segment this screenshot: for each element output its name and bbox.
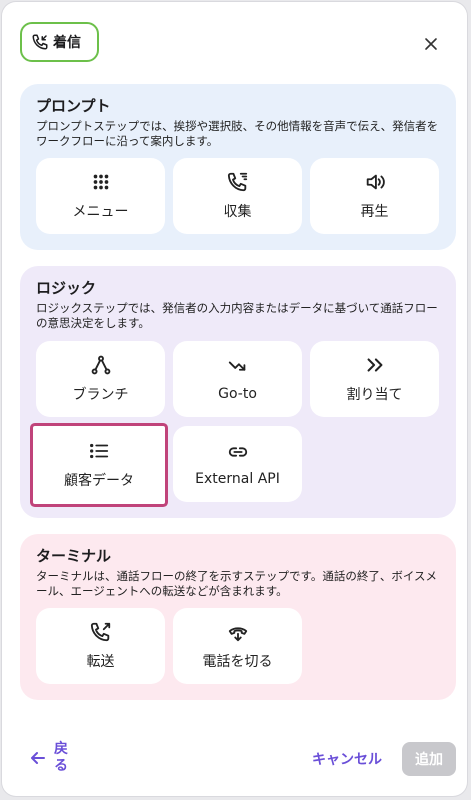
step-card-play[interactable]: 再生 bbox=[310, 158, 439, 234]
step-card-transfer[interactable]: 転送 bbox=[36, 608, 165, 684]
hang-up-icon bbox=[228, 627, 247, 642]
section-description: プロンプトステップでは、挨拶や選択肢、その他情報を音声で伝え、発信者をワークフロ… bbox=[36, 119, 439, 148]
card-label: 転送 bbox=[86, 654, 115, 670]
list-icon bbox=[90, 443, 109, 459]
card-label: 再生 bbox=[360, 204, 389, 220]
close-button[interactable] bbox=[420, 33, 442, 55]
section-title: ターミナル bbox=[36, 547, 112, 565]
prompt-section: プロンプト プロンプトステップでは、挨拶や選択肢、その他情報を音声で伝え、発信者… bbox=[20, 84, 456, 250]
incoming-call-icon bbox=[32, 34, 48, 50]
step-card-hang-up[interactable]: 電話を切る bbox=[173, 608, 302, 684]
collect-call-icon bbox=[227, 172, 247, 192]
add-button[interactable]: 追加 bbox=[402, 742, 456, 776]
goto-icon bbox=[228, 361, 245, 371]
tag-label: 着信 bbox=[53, 35, 81, 51]
section-title: ロジック bbox=[36, 279, 97, 297]
incoming-call-tag: 着信 bbox=[20, 22, 99, 62]
step-card-customer-data[interactable]: 顧客データ bbox=[33, 426, 165, 504]
step-card-menu[interactable]: メニュー bbox=[36, 158, 165, 234]
card-label: External API bbox=[195, 471, 280, 487]
card-label: 収集 bbox=[223, 204, 252, 220]
section-title: プロンプト bbox=[36, 97, 111, 115]
back-label: 戻る bbox=[54, 741, 68, 774]
assign-icon bbox=[367, 358, 382, 372]
card-label: 割り当て bbox=[346, 387, 403, 403]
step-card-collect[interactable]: 収集 bbox=[173, 158, 302, 234]
terminal-section: ターミナル ターミナルは、通話フローの終了を示すステップです。通話の終了、ボイス… bbox=[20, 534, 456, 700]
logic-section: ロジック ロジックステップでは、発信者の入力内容またはデータに基づいて通話フロー… bbox=[20, 266, 456, 518]
back-button[interactable]: 戻る bbox=[30, 741, 72, 775]
card-label: 顧客データ bbox=[64, 473, 134, 489]
card-label: メニュー bbox=[72, 204, 129, 220]
card-label: Go-to bbox=[218, 386, 257, 402]
step-card-assign[interactable]: 割り当て bbox=[310, 341, 439, 417]
arrow-left-icon bbox=[31, 752, 45, 764]
close-icon bbox=[425, 38, 437, 50]
link-icon bbox=[228, 447, 247, 457]
step-card-goto[interactable]: Go-to bbox=[173, 341, 302, 417]
transfer-call-icon bbox=[90, 622, 110, 642]
step-card-external-api[interactable]: External API bbox=[173, 426, 302, 502]
branch-icon bbox=[91, 355, 110, 375]
card-label: ブランチ bbox=[72, 387, 129, 403]
add-step-dialog: 着信 プロンプト プロンプトステップでは、挨拶や選択肢、その他情報を音声で伝え、… bbox=[2, 2, 467, 796]
section-description: ターミナルは、通話フローの終了を示すステップです。通話の終了、ボイスメール、エー… bbox=[36, 569, 438, 598]
menu-grid-icon bbox=[93, 174, 108, 190]
card-label: 電話を切る bbox=[202, 654, 273, 670]
section-description: ロジックステップでは、発信者の入力内容またはデータに基づいて通話フローの意思決定… bbox=[36, 301, 438, 330]
cancel-button[interactable]: キャンセル bbox=[312, 749, 382, 769]
step-card-branch[interactable]: ブランチ bbox=[36, 341, 165, 417]
speaker-icon bbox=[366, 174, 385, 190]
